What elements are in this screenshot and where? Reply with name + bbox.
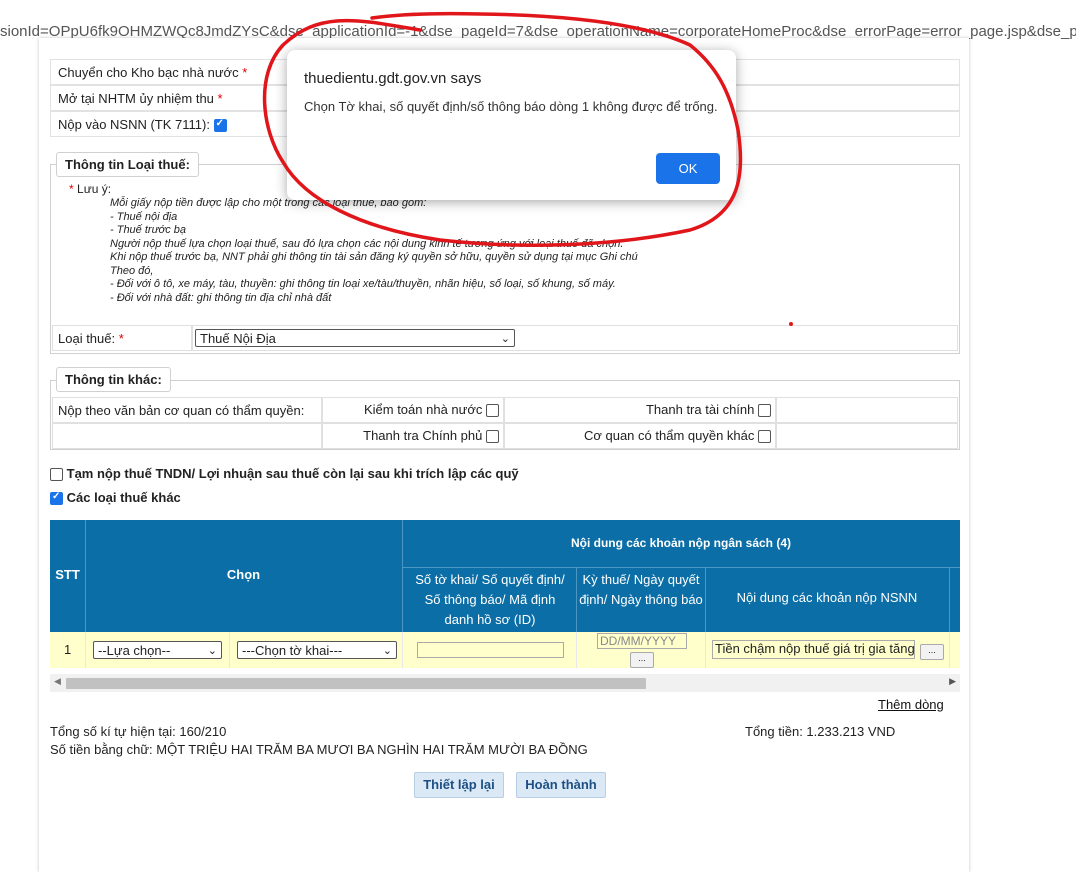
chevron-down-icon: ⌄ <box>500 333 510 345</box>
scroll-thumb[interactable] <box>66 678 646 689</box>
tam-nop-checkbox[interactable] <box>50 468 63 482</box>
noi-dung-value: Tiền chậm nộp thuế giá trị gia tăng <box>715 641 915 656</box>
kho-bac-label: Chuyển cho Kho bạc nhà nước <box>58 65 239 80</box>
empty-cell <box>776 423 958 449</box>
lua-chon-select[interactable]: --Lựa chọn-- ⌄ <box>93 641 222 659</box>
chevron-down-icon: ⌄ <box>207 645 217 657</box>
tax-type-select[interactable]: Thuế Nội Địa ⌄ <box>195 329 515 347</box>
required-mark: * <box>217 91 223 106</box>
col-stt: STT <box>55 567 80 582</box>
tax-type-value: Thuế Nội Địa <box>200 331 276 346</box>
chevron-down-icon: ⌄ <box>382 645 392 657</box>
kiem-toan-checkbox[interactable] <box>486 404 499 418</box>
annotation-dot <box>789 322 793 326</box>
tax-type-legend: Thông tin Loại thuế: <box>56 152 199 177</box>
tax-type-label-cell: Loại thuế: * <box>52 325 192 351</box>
thanh-tra-tc-cell: Thanh tra tài chính <box>504 397 776 423</box>
tong-tien: Tổng tiền: 1.233.213 VND <box>745 724 896 739</box>
note-line: Khi nộp thuế trước bạ, NNT phải ghi thôn… <box>110 251 638 263</box>
dialog-message: Chọn Tờ khai, số quyết định/số thông báo… <box>304 99 718 114</box>
dots-label: ... <box>928 645 936 655</box>
date-placeholder: DD/MM/YYYY <box>600 634 677 648</box>
tam-nop-row: Tạm nộp thuế TNDN/ Lợi nhuận sau thuế cò… <box>50 466 519 482</box>
row-stt: 1 <box>64 642 72 657</box>
tam-nop-label: Tạm nộp thuế TNDN/ Lợi nhuận sau thuế cò… <box>66 466 519 481</box>
co-quan-khac-cell: Cơ quan có thẩm quyền khác <box>504 423 776 449</box>
thanh-tra-tc-checkbox[interactable] <box>758 404 771 418</box>
date-input[interactable]: DD/MM/YYYY <box>597 633 687 649</box>
reset-button[interactable]: Thiết lập lại <box>414 772 504 798</box>
col-so-to-khai: Số tờ khai/ Số quyết định/ Số thông báo/… <box>415 572 565 627</box>
done-button[interactable]: Hoàn thành <box>516 772 606 798</box>
thanh-tra-tc-label: Thanh tra tài chính <box>645 402 755 417</box>
authority-label: Nộp theo văn bản cơ quan có thẩm quyền: <box>58 403 305 418</box>
scroll-left-icon[interactable]: ◀ <box>54 676 61 687</box>
dialog-title: thuedientu.gdt.gov.vn says <box>304 70 482 87</box>
thanh-tra-cp-cell: Thanh tra Chính phủ <box>322 423 504 449</box>
note-line: Theo đó, <box>110 264 154 277</box>
note-line: - Đối với ô tô, xe máy, tàu, thuyền: ghi… <box>110 278 616 290</box>
kiem-toan-label: Kiểm toán nhà nước <box>363 402 483 417</box>
date-picker-button[interactable]: ... <box>630 652 654 668</box>
other-info-legend: Thông tin khác: <box>56 367 171 392</box>
group-header: Nội dung các khoản nộp ngân sách (4) <box>570 536 792 550</box>
note-line: Người nộp thuế lựa chọn loại thuế, sau đ… <box>110 237 624 250</box>
to-khai-select[interactable]: ---Chọn tờ khai--- ⌄ <box>237 641 397 659</box>
note-line: - Thuế trước bạ <box>110 224 186 236</box>
co-quan-khac-label: Cơ quan có thẩm quyền khác <box>583 428 755 443</box>
empty-cell <box>52 423 322 449</box>
col-chon: Chọn <box>226 567 261 582</box>
horizontal-scrollbar[interactable]: ◀ ▶ <box>50 674 960 692</box>
required-mark: * <box>242 65 248 80</box>
authority-cell: Nộp theo văn bản cơ quan có thẩm quyền: <box>52 397 322 423</box>
to-khai-value: ---Chọn tờ khai--- <box>242 643 343 658</box>
nsnn-label: Nộp vào NSNN (TK 7111): <box>58 117 210 132</box>
cac-loai-checkbox[interactable] <box>50 491 63 506</box>
ok-button[interactable]: OK <box>656 153 720 184</box>
note-block: Mỗi giấy nộp tiền được lập cho một trong… <box>110 197 638 305</box>
cac-loai-row: Các loại thuế khác <box>50 490 181 506</box>
empty-cell <box>776 397 958 423</box>
noi-dung-button[interactable]: ... <box>920 644 944 660</box>
so-to-khai-input[interactable] <box>417 642 564 658</box>
thanh-tra-cp-label: Thanh tra Chính phủ <box>363 428 483 443</box>
thanh-tra-cp-checkbox[interactable] <box>486 430 499 444</box>
note-title: * Lưu ý: <box>69 182 112 196</box>
col-noi-dung: Nội dung các khoản nộp NSNN <box>736 590 918 605</box>
noi-dung-input[interactable]: Tiền chậm nộp thuế giá trị gia tăng <box>712 640 915 659</box>
alert-dialog: thuedientu.gdt.gov.vn says Chọn Tờ khai,… <box>287 50 736 200</box>
lua-chon-value: --Lựa chọn-- <box>98 643 171 658</box>
scroll-right-icon[interactable]: ▶ <box>949 676 956 687</box>
so-tien-bang-chu: Số tiền bằng chữ: MỘT TRIỆU HAI TRĂM BA … <box>50 742 588 757</box>
them-dong-link[interactable]: Thêm dòng <box>878 697 944 712</box>
note-line: - Thuế nội địa <box>110 210 178 223</box>
tax-type-label: Loại thuế: <box>58 331 116 346</box>
dots-label: ... <box>638 653 646 663</box>
nsnn-checkbox[interactable] <box>213 118 227 133</box>
note-line: - Đối với nhà đất: ghi thông tin địa chỉ… <box>110 291 332 304</box>
nhtm-label: Mở tại NHTM ủy nhiệm thu <box>58 91 214 106</box>
tong-ky-tu: Tổng số kí tự hiện tại: 160/210 <box>50 724 227 739</box>
col-ky-thue: Kỳ thuế/ Ngày quyết định/ Ngày thông báo <box>579 572 703 607</box>
co-quan-khac-checkbox[interactable] <box>758 430 771 444</box>
kiem-toan-cell: Kiểm toán nhà nước <box>322 397 504 423</box>
cac-loai-label: Các loại thuế khác <box>66 490 181 505</box>
